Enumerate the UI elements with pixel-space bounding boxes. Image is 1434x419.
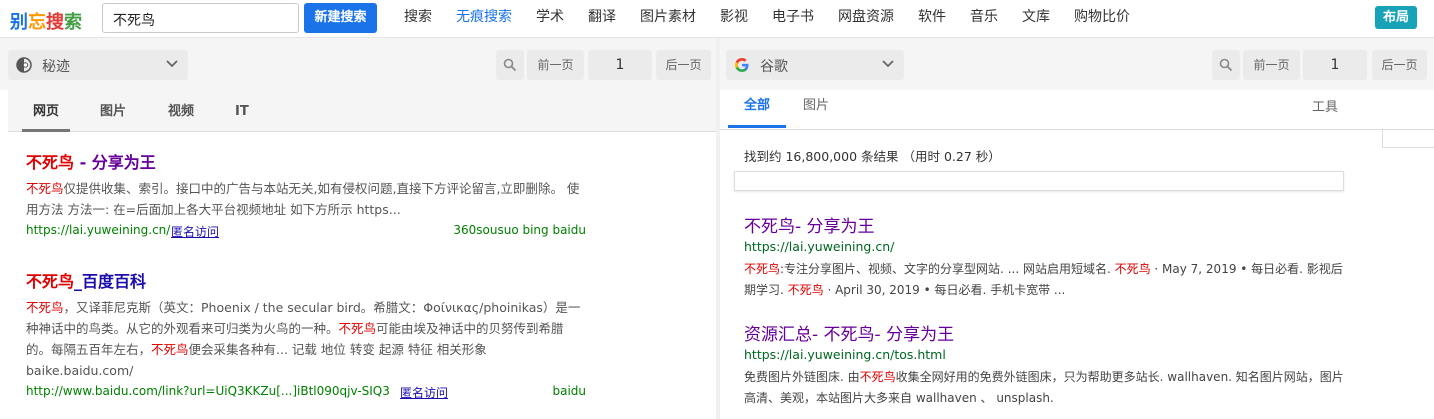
search-button[interactable] (496, 50, 524, 80)
result-url[interactable]: https://lai.yuweining.cn/ (26, 223, 170, 237)
nav-item-library[interactable]: 文库 (1022, 0, 1050, 36)
snippet-highlight: 不死鸟 (1114, 262, 1151, 276)
result-snippet: 不死鸟，又译菲尼克斯（英文：Phoenix / the secular bird… (26, 297, 586, 381)
nav-item-software[interactable]: 软件 (918, 0, 946, 36)
result-meta: https://lai.yuweining.cn/ 匿名访问 360sousuo… (26, 221, 586, 241)
result-count: 找到约 16,800,000 条结果 （用时 0.27 秒） (744, 149, 1001, 164)
result-url[interactable]: https://lai.yuweining.cn/tos.html (744, 346, 1344, 364)
engine-label: 秘迹 (42, 59, 70, 75)
logo-char: 搜 (46, 12, 64, 33)
nav-item-netdisk[interactable]: 网盘资源 (838, 0, 894, 36)
snippet-highlight: 不死鸟 (859, 370, 896, 384)
tools-button[interactable]: 工具 (1312, 90, 1338, 126)
tab-all[interactable]: 全部 (728, 90, 786, 128)
left-toolbar: 秘迹 前一页 1 后一页 (0, 38, 716, 90)
right-pane: 谷歌 前一页 1 后一页 全部 图片 工具 找到约 16,800,000 条结果… (720, 38, 1434, 419)
google-icon (735, 58, 749, 72)
snippet-highlight: 不死鸟 (744, 262, 781, 276)
result-snippet: 不死鸟仅提供收集、索引。接口中的广告与本站无关,如有侵权问题,直接下方评论留言,… (26, 178, 586, 220)
logo-char: 别 (10, 12, 28, 33)
panel-corner (1382, 130, 1434, 148)
snippet-text: :专注分享图片、视频、文字的分享型网站. ... 网站启用短域名. (780, 262, 1115, 276)
left-tabs: 网页 图片 视频 IT (8, 90, 716, 132)
snippet-text: 仅提供收集、索引。接口中的广告与本站无关,如有侵权问题,直接下方评论留言,立即删… (26, 181, 580, 217)
nav-item-academic[interactable]: 学术 (536, 0, 564, 36)
title-rest: - 分享为王 (74, 153, 156, 172)
snippet-highlight: 不死鸟 (338, 321, 377, 336)
nav-item-shopping[interactable]: 购物比价 (1074, 0, 1130, 36)
chevron-down-icon (166, 60, 178, 68)
result-sources: baidu (552, 384, 586, 398)
nav-item-search[interactable]: 搜索 (404, 0, 432, 36)
magnifier-icon (1219, 58, 1233, 72)
chevron-down-icon (882, 60, 894, 68)
result-title[interactable]: 不死鸟 - 分享为王 (26, 152, 586, 174)
engine-label: 谷歌 (760, 59, 788, 75)
snippet-highlight: 不死鸟 (26, 181, 64, 196)
anonymous-visit-link[interactable]: 匿名访问 (171, 223, 219, 240)
next-page-button[interactable]: 后一页 (1372, 50, 1427, 80)
nav-item-ebook[interactable]: 电子书 (772, 0, 814, 36)
snippet-text: · April 30, 2019 • 每日必看. 手机卡宽带 ... (823, 283, 1066, 297)
page-number-input[interactable]: 1 (588, 50, 652, 80)
logo-char: 忘 (28, 12, 46, 33)
search-result: 不死鸟 - 分享为王 不死鸟仅提供收集、索引。接口中的广告与本站无关,如有侵权问… (26, 152, 586, 241)
result-title[interactable]: 不死鸟_百度百科 (26, 271, 586, 293)
tab-images[interactable]: 图片 (100, 90, 126, 132)
left-results-panel: 网页 图片 视频 IT 不死鸟 - 分享为王 不死鸟仅提供收集、索引。接口中的广… (8, 90, 716, 419)
engine-select-left[interactable]: 秘迹 (8, 50, 188, 80)
search-button[interactable] (1212, 50, 1240, 80)
mijisou-icon (16, 57, 32, 73)
search-result: 不死鸟_百度百科 不死鸟，又译菲尼克斯（英文：Phoenix / the sec… (26, 271, 586, 402)
search-input[interactable]: 不死鸟 (102, 3, 299, 33)
snippet-highlight: 不死鸟 (787, 283, 824, 297)
search-result: 资源汇总- 不死鸟- 分享为王 https://lai.yuweining.cn… (744, 324, 1344, 409)
result-meta: http://www.baidu.com/link?url=UiQ3KKZu[.… (26, 382, 586, 402)
category-nav: 搜索 无痕搜索 学术 翻译 图片素材 影视 电子书 网盘资源 软件 音乐 文库 … (404, 0, 1154, 36)
result-title[interactable]: 资源汇总- 不死鸟- 分享为王 (744, 324, 1344, 346)
title-rest: _百度百科 (74, 272, 147, 291)
result-snippet: 免费图片外链图床. 由不死鸟收集全网好用的免费外链图床，只为帮助更多站长. wa… (744, 367, 1344, 409)
nav-item-images[interactable]: 图片素材 (640, 0, 696, 36)
snippet-highlight: 不死鸟 (26, 300, 64, 315)
info-box (734, 171, 1344, 191)
tab-video[interactable]: 视频 (168, 90, 194, 132)
engine-select-right[interactable]: 谷歌 (726, 50, 904, 80)
nav-item-video[interactable]: 影视 (720, 0, 748, 36)
result-title[interactable]: 不死鸟- 分享为王 (744, 216, 1344, 238)
tab-web[interactable]: 网页 (22, 90, 70, 132)
title-highlight: 不死鸟 (26, 153, 75, 172)
logo-char: 索 (64, 12, 82, 33)
left-pane: 秘迹 前一页 1 后一页 网页 图片 视频 IT 不死鸟 - 分享为王 不死鸟仅… (0, 38, 716, 419)
page-number-input[interactable]: 1 (1303, 50, 1367, 80)
tab-images[interactable]: 图片 (803, 90, 829, 128)
nav-item-translate[interactable]: 翻译 (588, 0, 616, 36)
prev-page-button[interactable]: 前一页 (527, 50, 584, 80)
result-sources: 360sousuo bing baidu (453, 223, 586, 237)
right-toolbar: 谷歌 前一页 1 后一页 (720, 38, 1434, 90)
layout-button[interactable]: 布局 (1375, 6, 1417, 29)
new-search-button[interactable]: 新建搜索 (304, 3, 377, 33)
snippet-highlight: 不死鸟 (151, 342, 189, 357)
prev-page-button[interactable]: 前一页 (1243, 50, 1300, 80)
top-bar: 别忘搜索 不死鸟 新建搜索 搜索 无痕搜索 学术 翻译 图片素材 影视 电子书 … (0, 0, 1434, 38)
magnifier-icon (503, 58, 517, 72)
title-highlight: 不死鸟 (26, 272, 75, 291)
search-result: 不死鸟- 分享为王 https://lai.yuweining.cn/ 不死鸟:… (744, 216, 1344, 301)
nav-item-music[interactable]: 音乐 (970, 0, 998, 36)
snippet-text: 免费图片外链图床. 由 (744, 370, 860, 384)
site-logo[interactable]: 别忘搜索 (10, 8, 82, 34)
result-snippet: 不死鸟:专注分享图片、视频、文字的分享型网站. ... 网站启用短域名. 不死鸟… (744, 259, 1344, 301)
tab-it[interactable]: IT (235, 90, 249, 132)
next-page-button[interactable]: 后一页 (656, 50, 711, 80)
result-url[interactable]: https://lai.yuweining.cn/ (744, 238, 1344, 256)
nav-item-incognito[interactable]: 无痕搜索 (456, 0, 512, 36)
google-tabs: 全部 图片 工具 (720, 90, 1434, 130)
result-url[interactable]: http://www.baidu.com/link?url=UiQ3KKZu[.… (26, 384, 391, 398)
anonymous-visit-link[interactable]: 匿名访问 (400, 384, 448, 401)
